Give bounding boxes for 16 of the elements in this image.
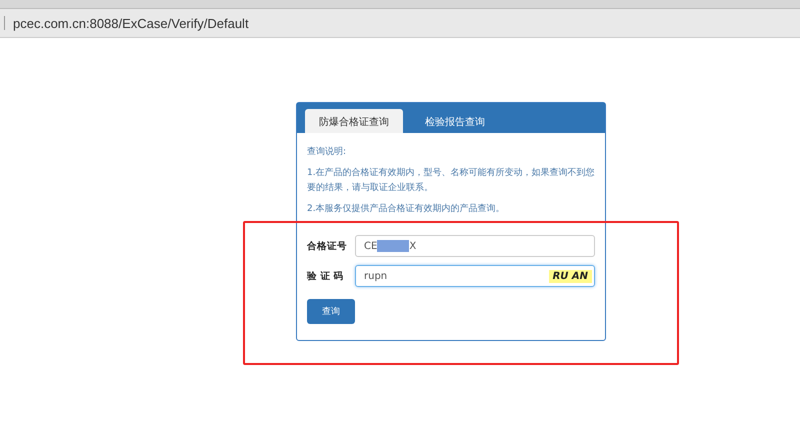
query-button[interactable]: 查询 (307, 299, 355, 324)
url-text: pcec.com.cn:8088/ExCase/Verify/Default (13, 16, 249, 30)
field-value: CE (364, 240, 378, 252)
address-bar[interactable]: pcec.com.cn:8088/ExCase/Verify/Default (0, 9, 800, 38)
note-text: 2.本服务仅提供产品合格证有效期内的产品查询。 (307, 202, 506, 216)
field-value: rupn (364, 270, 388, 282)
field-label: 合格证号 (307, 240, 348, 252)
tab[interactable]: 检验报告查询 (411, 109, 499, 133)
certificate-field[interactable]: CE X (355, 235, 595, 257)
captcha-field[interactable]: rupn RU AN (355, 265, 595, 287)
tab[interactable]: 防爆合格证查询 (305, 109, 403, 133)
field-label: 验 证 码 (307, 270, 345, 282)
field-value: X (409, 240, 416, 252)
note-text: 查询说明: (307, 146, 348, 159)
note-text: 1.在产品的合格证有效期内，型号、名称可能有所变动，如果查询不到您要的结果，请与取证企业联系。 (307, 166, 595, 195)
captcha-image[interactable]: RU AN (548, 270, 592, 282)
